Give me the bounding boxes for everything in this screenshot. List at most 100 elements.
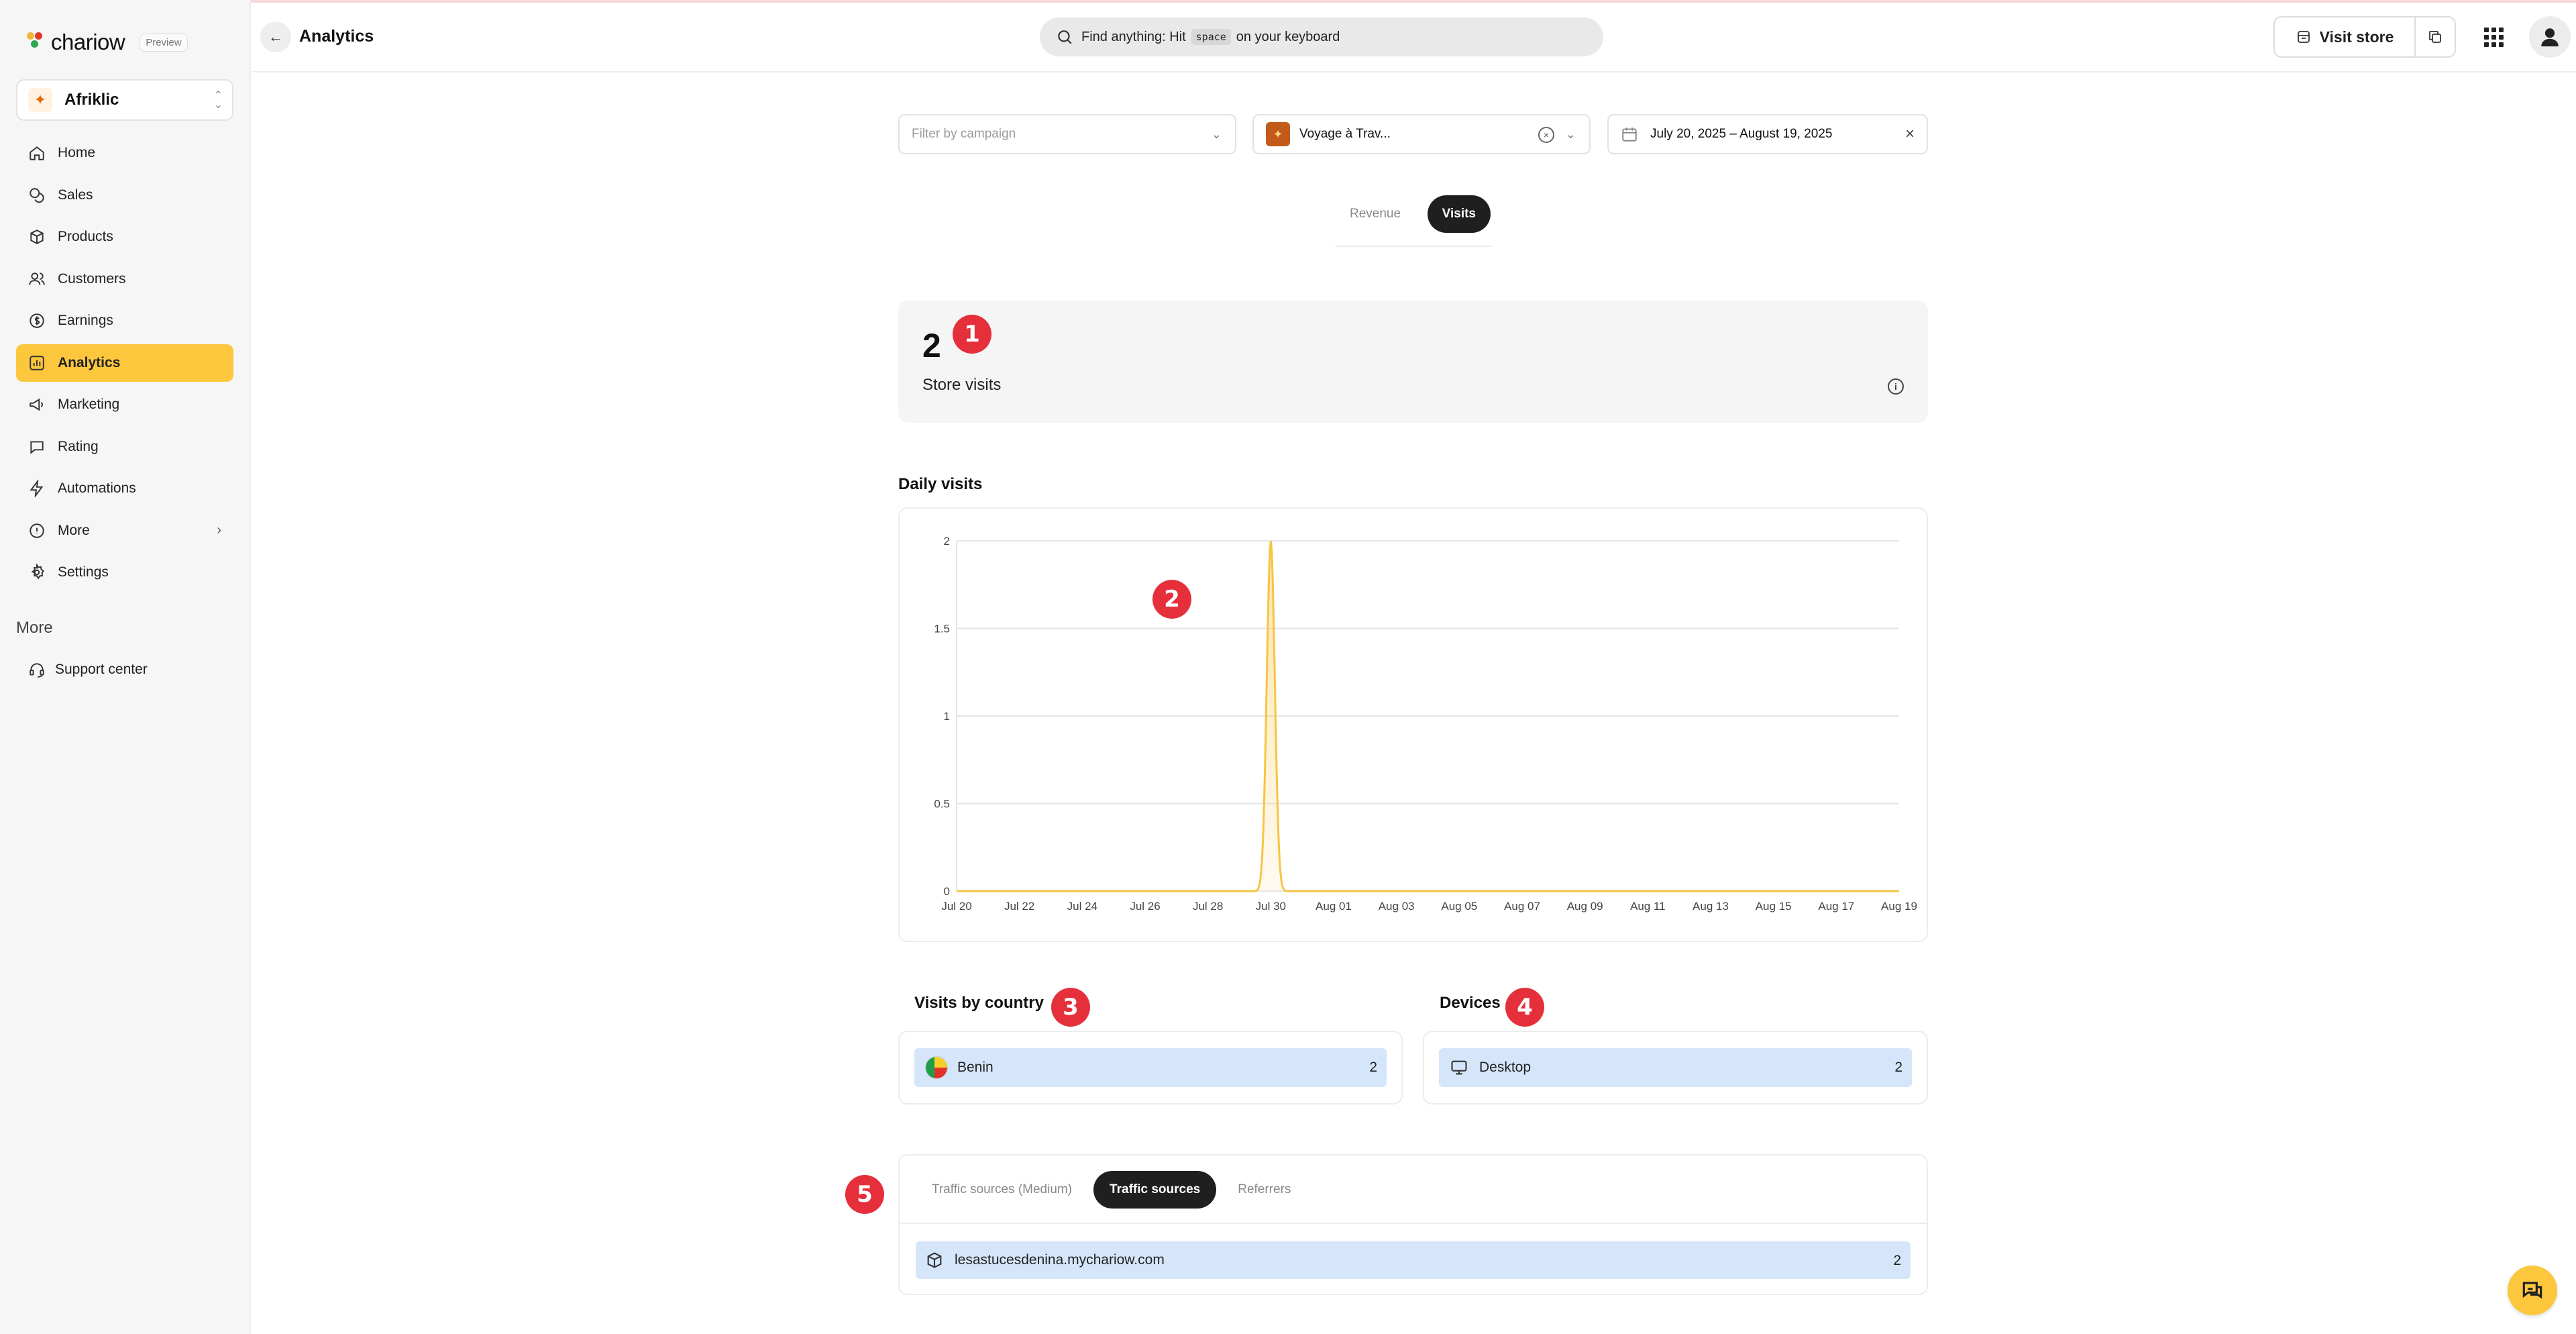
desktop-icon bbox=[1451, 1060, 1467, 1075]
y-tick-label: 1.5 bbox=[934, 623, 950, 635]
store-icon bbox=[2297, 31, 2310, 43]
sidebar-item-label: Home bbox=[58, 145, 96, 160]
visits-by-country-card: Benin 2 bbox=[898, 1031, 1403, 1105]
tab-traffic-sources[interactable]: Traffic sources bbox=[1093, 1171, 1217, 1209]
sidebar-nav: Home Sales Products Customers Earnings A… bbox=[16, 134, 233, 596]
logo[interactable]: chariow Preview bbox=[27, 27, 188, 58]
devices-card: Desktop 2 bbox=[1423, 1031, 1928, 1105]
traffic-source-row[interactable]: lesastucesdenina.mychariow.com 2 bbox=[916, 1241, 1911, 1279]
coins-icon bbox=[30, 187, 44, 203]
store-selector[interactable]: ✦ Afriklic ⌃ ⌄ bbox=[16, 79, 233, 121]
x-tick-label: Aug 03 bbox=[1379, 900, 1415, 913]
tab-revenue[interactable]: Revenue bbox=[1335, 195, 1415, 233]
traffic-sources-card: Traffic sources (Medium) Traffic sources… bbox=[898, 1154, 1928, 1295]
support-chat-button[interactable] bbox=[2508, 1266, 2557, 1315]
box-icon bbox=[30, 229, 44, 244]
y-tick-label: 1 bbox=[944, 710, 950, 723]
sidebar-item-support-center[interactable]: Support center bbox=[16, 651, 233, 688]
sidebar-item-more[interactable]: More › bbox=[16, 512, 233, 550]
x-tick-label: Jul 28 bbox=[1193, 900, 1223, 913]
sidebar: chariow Preview ✦ Afriklic ⌃ ⌄ Home Sales… bbox=[0, 0, 251, 1334]
clear-date-icon[interactable]: × bbox=[1905, 125, 1915, 144]
campaign-filter-placeholder: Filter by campaign bbox=[912, 127, 1016, 141]
home-icon bbox=[30, 146, 44, 160]
store-name: Afriklic bbox=[64, 91, 119, 109]
store-visits-value: 2 bbox=[922, 327, 941, 364]
sidebar-item-label: Automations bbox=[58, 480, 136, 496]
bolt-icon bbox=[30, 480, 44, 497]
apps-grid-button[interactable] bbox=[2477, 20, 2510, 54]
country-row[interactable]: Benin 2 bbox=[914, 1048, 1387, 1087]
sidebar-item-label: Products bbox=[58, 229, 113, 244]
sidebar-item-label: Customers bbox=[58, 270, 126, 287]
y-tick-label: 0.5 bbox=[934, 798, 950, 811]
device-label: Desktop bbox=[1479, 1060, 1532, 1075]
sidebar-item-automations[interactable]: Automations bbox=[16, 470, 233, 507]
sidebar-item-marketing[interactable]: Marketing bbox=[16, 386, 233, 423]
visit-store-button[interactable]: Visit store bbox=[2275, 17, 2416, 56]
y-tick-label: 0 bbox=[944, 885, 950, 898]
store-visits-card: 2 Store visits i bbox=[898, 301, 1928, 423]
tab-visits[interactable]: Visits bbox=[1427, 195, 1491, 233]
product-filter-select[interactable]: ✦ Voyage à Trav... × ⌄ bbox=[1252, 114, 1591, 154]
more-section-heading: More bbox=[16, 619, 53, 637]
store-avatar: ✦ bbox=[28, 88, 52, 112]
sidebar-item-products[interactable]: Products bbox=[16, 218, 233, 256]
sidebar-item-analytics[interactable]: Analytics bbox=[16, 344, 233, 382]
x-tick-label: Jul 26 bbox=[1130, 900, 1160, 913]
sidebar-item-label: Settings bbox=[58, 564, 109, 580]
users-icon bbox=[29, 272, 45, 285]
country-label: Benin bbox=[957, 1060, 994, 1075]
search-bar[interactable]: Find anything: Hit space on your keyboar… bbox=[1040, 17, 1603, 56]
headset-icon bbox=[30, 663, 44, 678]
store-visits-label: Store visits bbox=[922, 376, 1002, 394]
sidebar-item-settings[interactable]: Settings bbox=[16, 554, 233, 591]
support-center-label: Support center bbox=[55, 662, 148, 677]
y-tick-label: 2 bbox=[944, 535, 950, 548]
search-icon bbox=[1058, 30, 1072, 44]
annotation-marker-5: 5 bbox=[845, 1175, 884, 1214]
x-tick-label: Aug 01 bbox=[1316, 900, 1352, 913]
visit-store-label: Visit store bbox=[2319, 28, 2394, 46]
chevron-updown-icon: ⌃ ⌄ bbox=[213, 90, 223, 111]
device-value: 2 bbox=[1894, 1060, 1902, 1075]
user-avatar-button[interactable] bbox=[2529, 16, 2571, 58]
x-tick-label: Jul 22 bbox=[1004, 900, 1034, 913]
traffic-source-label: lesastucesdenina.mychariow.com bbox=[955, 1252, 1165, 1268]
product-thumbnail: ✦ bbox=[1266, 122, 1290, 146]
dollar-icon bbox=[30, 313, 44, 328]
sidebar-item-earnings[interactable]: Earnings bbox=[16, 302, 233, 340]
sidebar-item-label: Earnings bbox=[58, 313, 113, 328]
traffic-tabs: Traffic sources (Medium) Traffic sources… bbox=[916, 1170, 1312, 1209]
daily-visits-title: Daily visits bbox=[898, 475, 983, 493]
page-title: Analytics bbox=[299, 27, 374, 46]
traffic-source-value: 2 bbox=[1893, 1253, 1901, 1268]
info-icon[interactable]: i bbox=[1888, 378, 1904, 395]
sidebar-item-sales[interactable]: Sales bbox=[16, 176, 233, 214]
annotation-marker-2: 2 bbox=[1152, 580, 1191, 619]
annotation-marker-3: 3 bbox=[1051, 988, 1090, 1027]
tab-traffic-sources-medium[interactable]: Traffic sources (Medium) bbox=[916, 1171, 1088, 1209]
x-tick-label: Aug 07 bbox=[1504, 900, 1540, 913]
x-tick-label: Jul 20 bbox=[941, 900, 971, 913]
date-range-picker[interactable]: July 20, 2025 – August 19, 2025 × bbox=[1607, 114, 1928, 154]
tab-referrers[interactable]: Referrers bbox=[1222, 1171, 1307, 1209]
search-shortcut-key: space bbox=[1191, 29, 1231, 45]
chat-icon bbox=[2522, 1282, 2542, 1299]
x-tick-label: Jul 24 bbox=[1067, 900, 1097, 913]
copy-store-link-button[interactable] bbox=[2416, 17, 2455, 56]
x-tick-label: Aug 09 bbox=[1567, 900, 1603, 913]
devices-title: Devices bbox=[1440, 994, 1501, 1012]
sidebar-item-customers[interactable]: Customers bbox=[16, 260, 233, 298]
preview-badge: Preview bbox=[140, 33, 188, 52]
sidebar-item-rating[interactable]: Rating bbox=[16, 428, 233, 466]
clear-circle-icon[interactable]: × bbox=[1538, 127, 1554, 143]
device-row[interactable]: Desktop 2 bbox=[1439, 1048, 1912, 1087]
chart-icon bbox=[30, 355, 44, 370]
back-button[interactable]: ← bbox=[260, 21, 291, 52]
search-prefix: Find anything: Hit bbox=[1081, 29, 1186, 44]
cube-icon bbox=[927, 1252, 942, 1268]
campaign-filter-select[interactable]: Filter by campaign ⌄ bbox=[898, 114, 1236, 154]
sidebar-item-home[interactable]: Home bbox=[16, 134, 233, 172]
visit-store-group: Visit store bbox=[2273, 16, 2456, 58]
